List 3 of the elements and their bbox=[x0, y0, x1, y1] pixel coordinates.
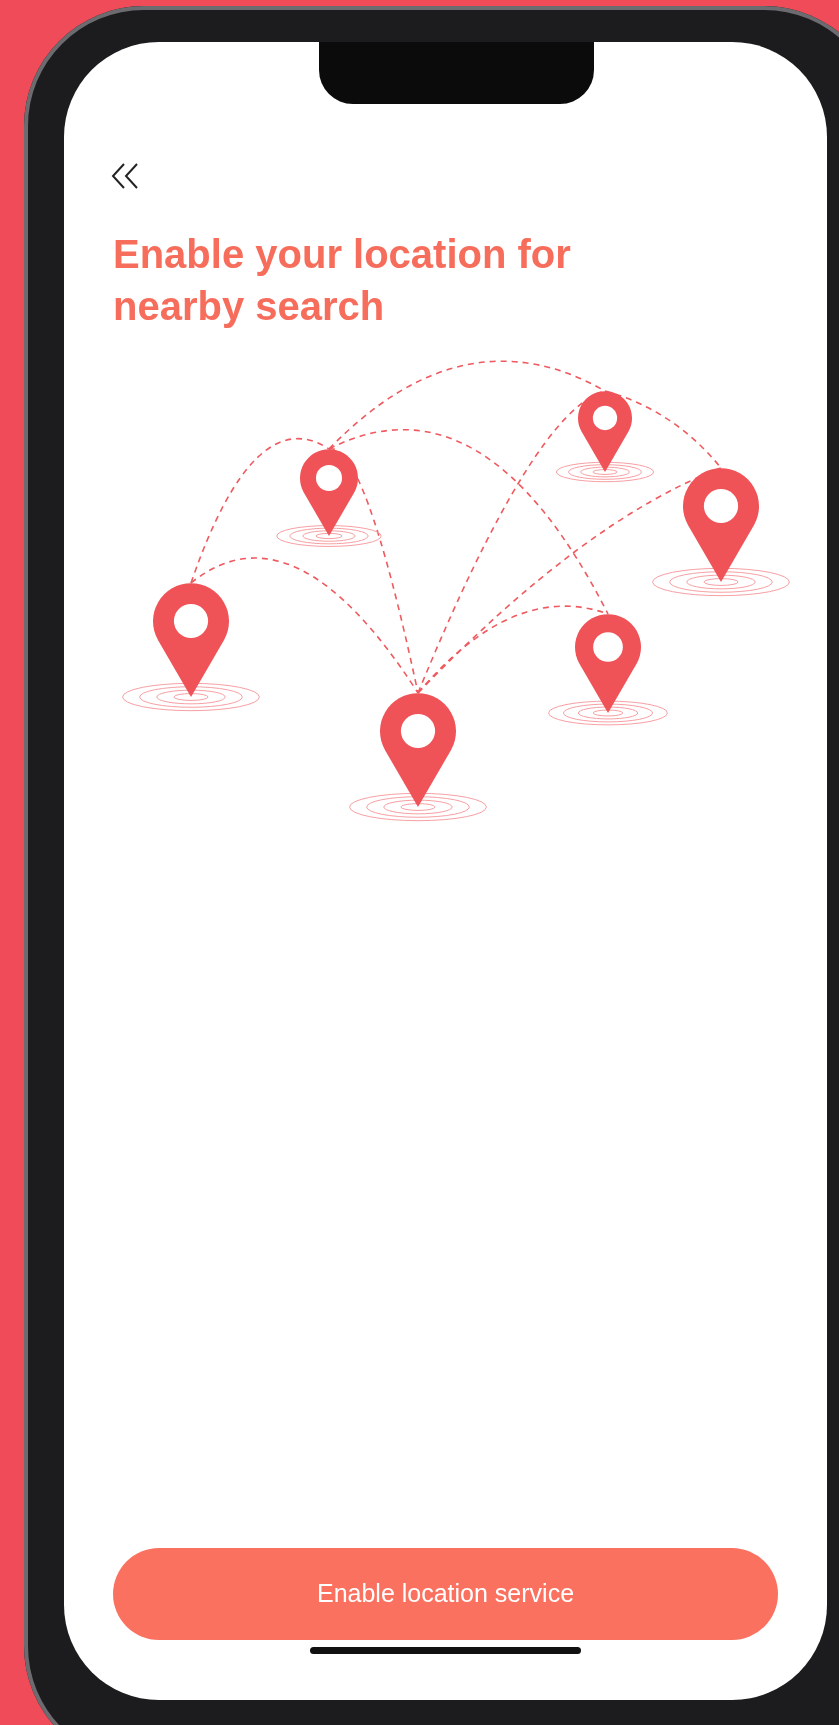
back-icon[interactable] bbox=[110, 162, 140, 190]
enable-location-button[interactable]: Enable location service bbox=[113, 1548, 778, 1640]
screen-title: Enable your location for nearby search bbox=[113, 231, 572, 330]
